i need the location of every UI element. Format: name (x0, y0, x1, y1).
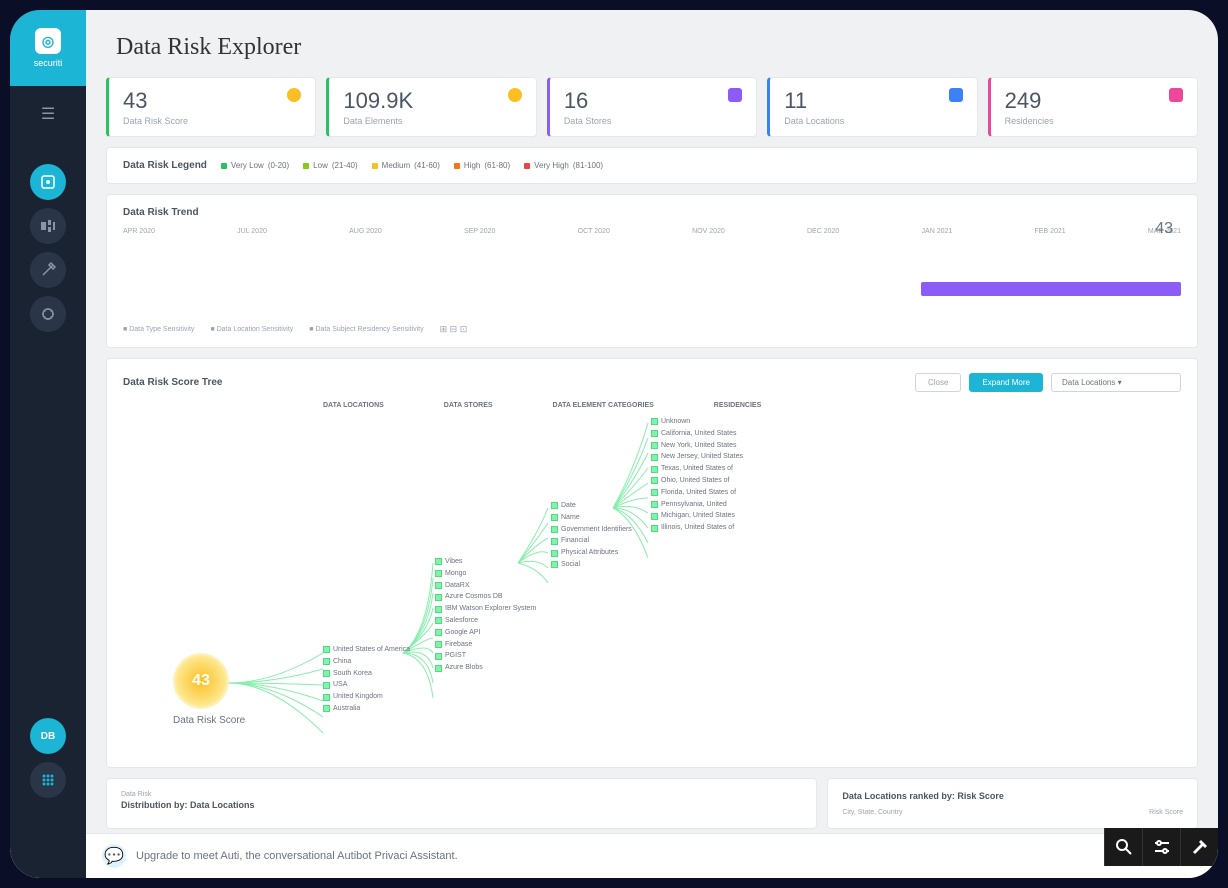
legend-item: Medium (41-60) (372, 161, 440, 170)
nav-item-4[interactable] (30, 296, 66, 332)
nav-item-3[interactable] (30, 252, 66, 288)
sliders-icon[interactable] (1142, 828, 1180, 866)
tree-title: Data Risk Score Tree (123, 377, 223, 388)
trend-bar (921, 282, 1181, 296)
footer-bar: 💬 Upgrade to meet Auti, the conversation… (86, 833, 1218, 878)
stat-card-elements[interactable]: 109.9KData Elements (326, 77, 536, 137)
stats-row: 43Data Risk Score 109.9KData Elements 16… (106, 77, 1198, 137)
logo-icon: ◎ (35, 28, 61, 54)
tree-level2: Vibes Mongo DataRX Azure Cosmos DB IBM W… (435, 557, 536, 675)
tree-columns: DATA LOCATIONSDATA STORESDATA ELEMENT CA… (323, 402, 1181, 409)
page-title: Data Risk Explorer (116, 34, 1188, 61)
sidebar: ◎ securiti ☰ DB (10, 10, 86, 878)
legend-panel: Data Risk Legend Very Low (0-20) Low (21… (106, 147, 1198, 184)
overlay-toolbar (1104, 828, 1218, 866)
tree-level3: Date Name Government Identifiers Financi… (551, 501, 632, 572)
nav-item-2[interactable] (30, 208, 66, 244)
trend-title: Data Risk Trend (123, 207, 1181, 218)
logo-text: securiti (34, 58, 63, 68)
stat-card-residencies[interactable]: 249Residencies (988, 77, 1198, 137)
trend-panel: Data Risk Trend 43 APR 2020JUL 2020AUG 2… (106, 194, 1198, 348)
tree-panel: Data Risk Score Tree Close Expand More D… (106, 358, 1198, 768)
trend-axis: APR 2020JUL 2020AUG 2020SEP 2020OCT 2020… (123, 228, 1181, 235)
chat-icon (1169, 88, 1183, 102)
calendar-icon (728, 88, 742, 102)
legend-item: Very High (81-100) (524, 161, 603, 170)
footer-text: Upgrade to meet Auti, the conversational… (136, 850, 458, 862)
root-node[interactable]: 43 Data Risk Score (173, 653, 245, 726)
tree-level1: United States of America China South Kor… (323, 645, 410, 716)
tree-dropdown[interactable]: Data Locations ▾ (1051, 373, 1181, 392)
chat-bubble-icon[interactable]: 💬 (102, 844, 126, 868)
trend-controls[interactable]: ⊞ ⊟ ⊡ (440, 324, 468, 335)
trend-footer: ■ Data Type Sensitivity ■ Data Location … (123, 326, 1181, 335)
hammer-icon[interactable] (1180, 828, 1218, 866)
apps-icon[interactable] (30, 762, 66, 798)
pin-icon (949, 88, 963, 102)
legend-item: High (61-80) (454, 161, 510, 170)
trend-value: 43 (1155, 220, 1173, 238)
stat-card-stores[interactable]: 16Data Stores (547, 77, 757, 137)
nav-item-1[interactable] (30, 164, 66, 200)
stat-card-risk-score[interactable]: 43Data Risk Score (106, 77, 316, 137)
legend-title: Data Risk Legend (123, 160, 207, 171)
user-avatar[interactable]: DB (30, 718, 66, 754)
hamburger-icon[interactable]: ☰ (10, 94, 86, 134)
sun-icon (287, 88, 301, 102)
legend-item: Low (21-40) (303, 161, 357, 170)
coin-icon (508, 88, 522, 102)
tree-visualization[interactable]: 43 Data Risk Score United States of Amer… (123, 413, 1181, 753)
distribution-panel: Data Risk Distribution by: Data Location… (106, 778, 817, 829)
search-icon[interactable] (1104, 828, 1142, 866)
ranking-panel: Data Locations ranked by: Risk Score Cit… (827, 778, 1198, 829)
tree-level4: Unknown California, United States New Yo… (651, 417, 743, 535)
stat-card-locations[interactable]: 11Data Locations (767, 77, 977, 137)
expand-button[interactable]: Expand More (969, 373, 1043, 392)
logo[interactable]: ◎ securiti (10, 10, 86, 86)
trend-chart[interactable]: 43 APR 2020JUL 2020AUG 2020SEP 2020OCT 2… (123, 228, 1181, 318)
close-button[interactable]: Close (915, 373, 961, 392)
legend-item: Very Low (0-20) (221, 161, 289, 170)
